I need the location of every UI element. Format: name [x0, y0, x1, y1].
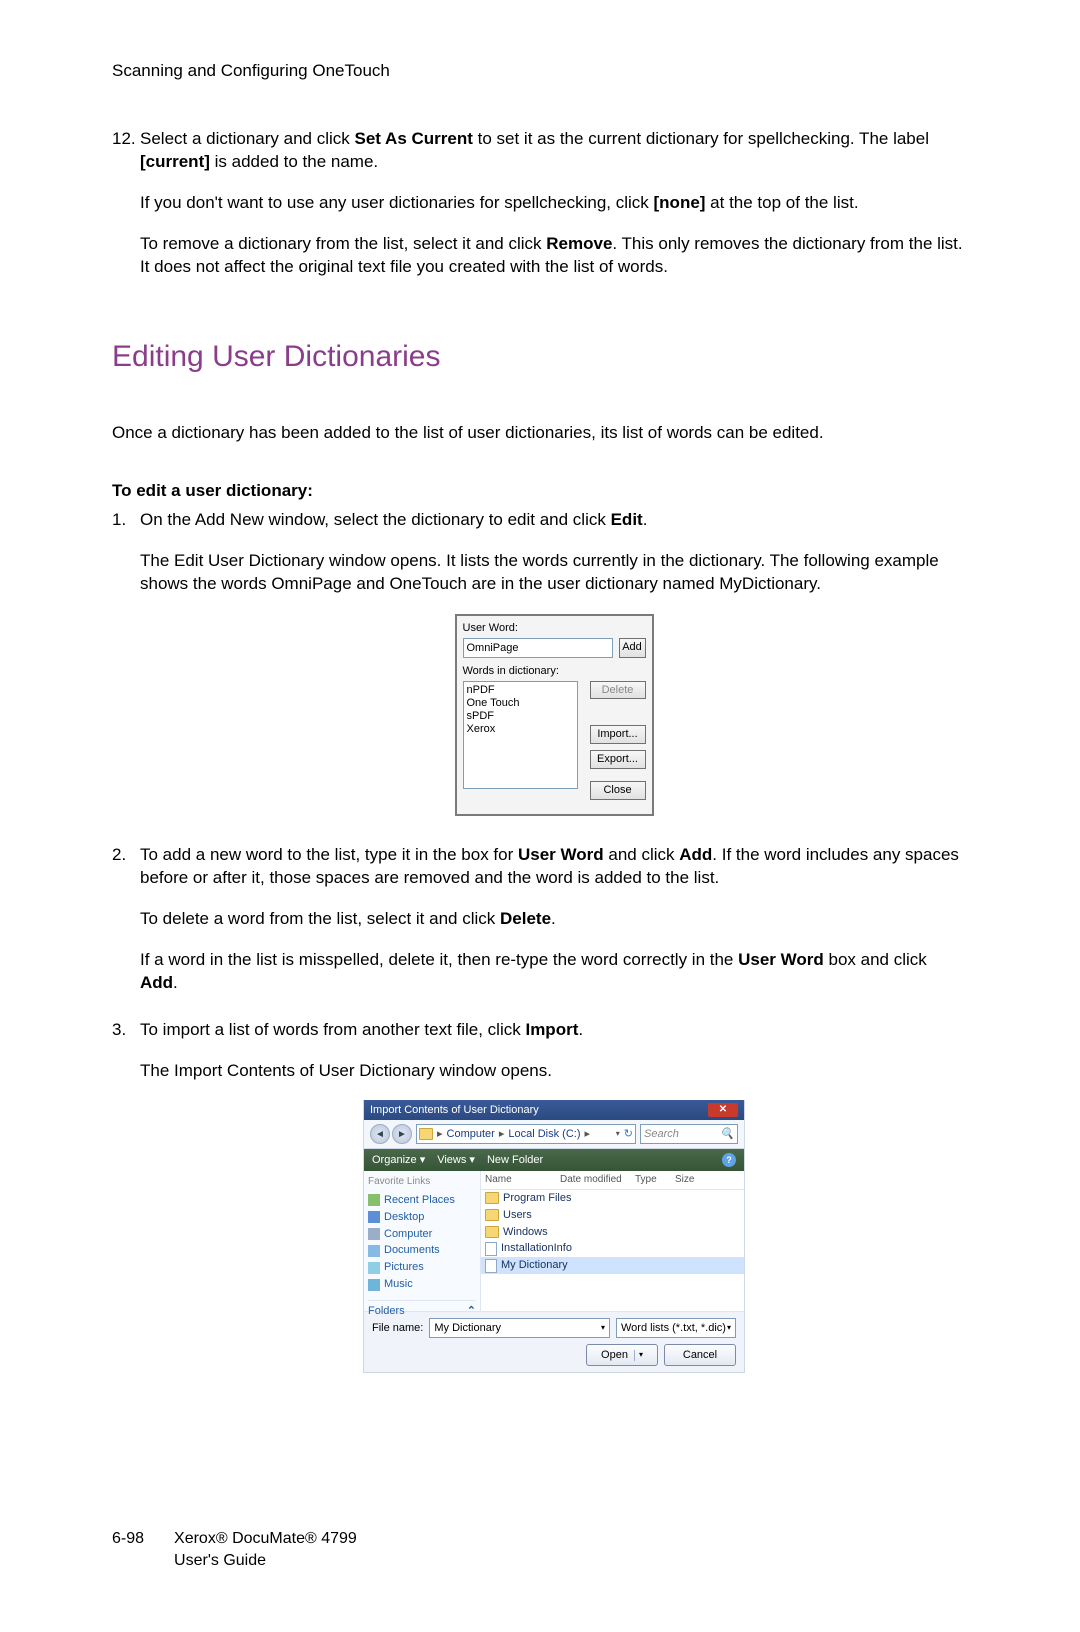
dialog-titlebar: Import Contents of User Dictionary ✕: [364, 1100, 744, 1120]
help-icon[interactable]: ?: [722, 1153, 736, 1167]
chapter-heading: Scanning and Configuring OneTouch: [112, 60, 968, 83]
chevron-down-icon[interactable]: ▾: [614, 1129, 622, 1140]
chevron-down-icon[interactable]: ▾: [601, 1323, 605, 1334]
step12-p1: Select a dictionary and click Set As Cur…: [140, 128, 968, 174]
step-number-12: 12.: [112, 128, 140, 297]
file-row[interactable]: InstallationInfo: [481, 1240, 744, 1257]
sidebar-item-desktop[interactable]: Desktop: [368, 1210, 476, 1225]
dialog-title: Import Contents of User Dictionary: [370, 1103, 539, 1118]
computer-icon: [368, 1228, 380, 1240]
footer-line2: User's Guide: [174, 1550, 357, 1572]
cancel-button[interactable]: Cancel: [664, 1344, 736, 1366]
breadcrumb[interactable]: Local Disk (C:): [508, 1127, 580, 1142]
import-contents-dialog: Import Contents of User Dictionary ✕ ◄ ►…: [363, 1100, 745, 1373]
page-number: 6-98: [112, 1528, 144, 1571]
section-intro: Once a dictionary has been added to the …: [112, 422, 968, 445]
words-in-dictionary-label: Words in dictionary:: [463, 664, 646, 679]
add-button[interactable]: Add: [619, 638, 646, 658]
file-list[interactable]: Name Date modified Type Size Program Fil…: [481, 1171, 744, 1311]
user-word-label: User Word:: [463, 621, 646, 636]
file-icon: [485, 1242, 497, 1256]
step2-p3: If a word in the list is misspelled, del…: [140, 949, 968, 995]
step2-p1: To add a new word to the list, type it i…: [140, 844, 968, 890]
step12-p2: If you don't want to use any user dictio…: [140, 192, 968, 215]
import-button[interactable]: Import...: [590, 725, 646, 744]
folder-icon: [419, 1128, 433, 1140]
export-button[interactable]: Export...: [590, 750, 646, 769]
word-item[interactable]: One Touch: [467, 697, 574, 710]
sidebar-item-computer[interactable]: Computer: [368, 1227, 476, 1242]
recent-places-icon: [368, 1194, 380, 1206]
step2-p2: To delete a word from the list, select i…: [140, 908, 968, 931]
words-list[interactable]: nPDF One Touch sPDF Xerox: [463, 681, 578, 789]
word-item[interactable]: nPDF: [467, 684, 574, 697]
chevron-down-icon[interactable]: ▾: [634, 1350, 643, 1361]
step1-p1: On the Add New window, select the dictio…: [140, 509, 968, 532]
step3-p1: To import a list of words from another t…: [140, 1019, 968, 1042]
step-number-3: 3.: [112, 1019, 140, 1394]
close-button[interactable]: Close: [590, 781, 646, 800]
page-footer: 6-98 Xerox® DocuMate® 4799 User's Guide: [112, 1528, 968, 1571]
step-number-1: 1.: [112, 509, 140, 838]
word-item[interactable]: sPDF: [467, 710, 574, 723]
column-header[interactable]: Date modified: [560, 1173, 635, 1187]
pictures-icon: [368, 1262, 380, 1274]
refresh-icon[interactable]: ↻: [624, 1127, 633, 1142]
section-title: Editing User Dictionaries: [112, 337, 968, 378]
file-icon: [485, 1259, 497, 1273]
footer-line1: Xerox® DocuMate® 4799: [174, 1528, 357, 1550]
search-icon: 🔍: [720, 1127, 734, 1142]
chevron-up-icon: ⌃: [467, 1304, 476, 1319]
file-type-filter[interactable]: Word lists (*.txt, *.dic) ▾: [616, 1318, 736, 1338]
search-input[interactable]: Search 🔍: [640, 1124, 738, 1144]
sidebar-item-recent-places[interactable]: Recent Places: [368, 1193, 476, 1208]
filename-input[interactable]: My Dictionary ▾: [429, 1318, 610, 1338]
music-icon: [368, 1279, 380, 1291]
sidebar-item-music[interactable]: Music: [368, 1277, 476, 1292]
views-menu[interactable]: Views ▾: [437, 1153, 475, 1168]
column-header[interactable]: Size: [675, 1173, 710, 1187]
folder-icon: [485, 1226, 499, 1238]
word-item[interactable]: Xerox: [467, 723, 574, 736]
sidebar-item-pictures[interactable]: Pictures: [368, 1260, 476, 1275]
delete-button[interactable]: Delete: [590, 681, 646, 700]
user-word-input[interactable]: [463, 638, 613, 658]
desktop-icon: [368, 1211, 380, 1223]
folders-toggle[interactable]: Folders ⌃: [368, 1300, 476, 1319]
edit-user-dictionary-dialog: User Word: Add Words in dictionary: nPDF…: [455, 614, 654, 816]
favorite-links-header: Favorite Links: [368, 1175, 476, 1189]
file-row[interactable]: Program Files: [481, 1190, 744, 1207]
close-icon[interactable]: ✕: [708, 1103, 738, 1117]
location-bar[interactable]: ▸ Computer ▸ Local Disk (C:) ▸ ▾ ↻: [416, 1124, 636, 1144]
open-button[interactable]: Open▾: [586, 1344, 658, 1366]
breadcrumb[interactable]: Computer: [447, 1127, 495, 1142]
file-row-selected[interactable]: My Dictionary: [481, 1257, 744, 1274]
folder-icon: [485, 1192, 499, 1204]
search-placeholder: Search: [644, 1127, 679, 1142]
column-header[interactable]: Name: [485, 1173, 560, 1187]
to-edit-heading: To edit a user dictionary:: [112, 480, 968, 503]
step3-p2: The Import Contents of User Dictionary w…: [140, 1060, 968, 1083]
step12-p3: To remove a dictionary from the list, se…: [140, 233, 968, 279]
documents-icon: [368, 1245, 380, 1257]
step-number-2: 2.: [112, 844, 140, 1013]
back-button[interactable]: ◄: [370, 1124, 390, 1144]
forward-button[interactable]: ►: [392, 1124, 412, 1144]
step1-p2: The Edit User Dictionary window opens. I…: [140, 550, 968, 596]
organize-menu[interactable]: Organize ▾: [372, 1153, 425, 1168]
file-row[interactable]: Users: [481, 1207, 744, 1224]
column-header[interactable]: Type: [635, 1173, 675, 1187]
folder-icon: [485, 1209, 499, 1221]
new-folder-button[interactable]: New Folder: [487, 1153, 543, 1168]
chevron-down-icon: ▾: [727, 1323, 731, 1334]
file-row[interactable]: Windows: [481, 1224, 744, 1241]
sidebar-item-documents[interactable]: Documents: [368, 1243, 476, 1258]
filename-label: File name:: [372, 1321, 423, 1336]
